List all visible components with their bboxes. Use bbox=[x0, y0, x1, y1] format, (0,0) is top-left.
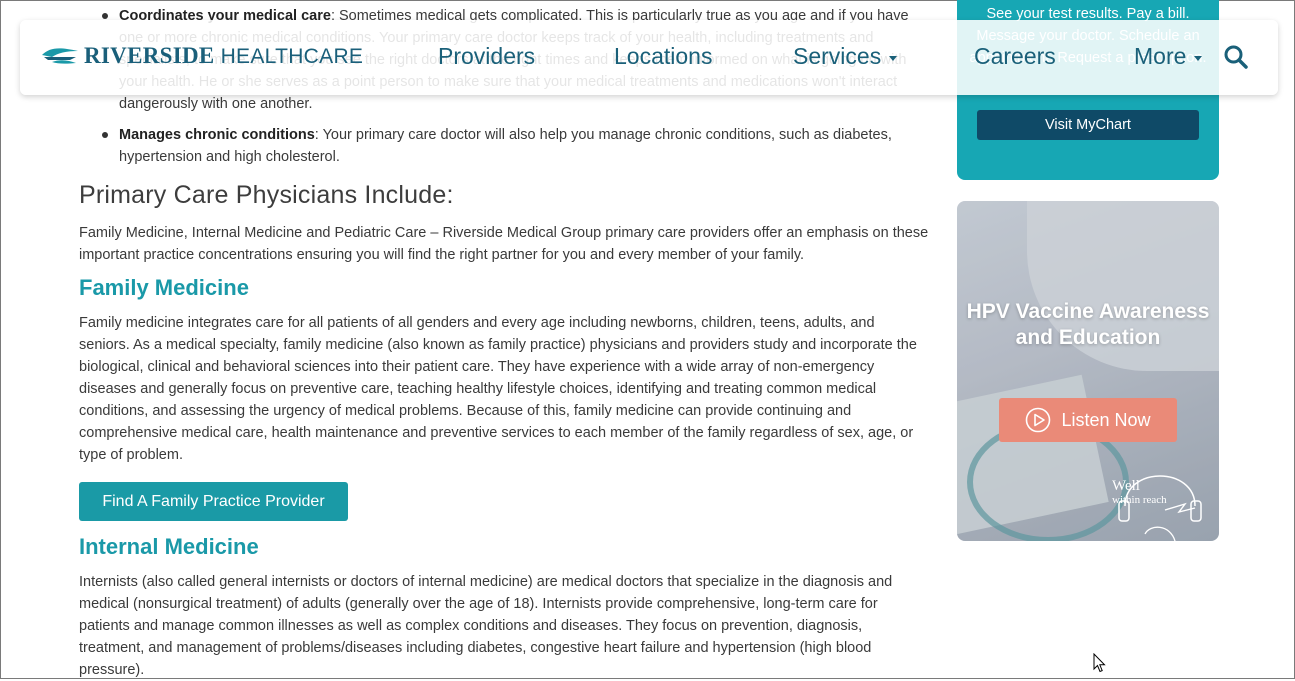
nav-more-label: More bbox=[1134, 43, 1187, 69]
nav-more[interactable]: More bbox=[1134, 43, 1203, 70]
mouse-pointer-icon bbox=[1093, 653, 1106, 673]
visit-mychart-button[interactable]: Visit MyChart bbox=[977, 110, 1199, 140]
search-icon[interactable] bbox=[1223, 44, 1249, 70]
nav-locations[interactable]: Locations bbox=[614, 43, 712, 70]
listen-now-button[interactable]: Listen Now bbox=[999, 398, 1177, 442]
nav-providers[interactable]: Providers bbox=[438, 43, 535, 70]
logo-line-2: within reach bbox=[1112, 494, 1167, 506]
internal-medicine-text: Internists (also called general internis… bbox=[79, 574, 893, 678]
family-medicine-heading: Family Medicine bbox=[79, 275, 249, 300]
internal-medicine-heading: Internal Medicine bbox=[79, 534, 259, 559]
caret-down-icon bbox=[889, 56, 898, 61]
family-medicine-text: Family medicine integrates care for all … bbox=[79, 315, 917, 463]
play-icon bbox=[1026, 407, 1051, 433]
site-header: RIVERSIDE HEALTHCARE Providers Locations… bbox=[20, 20, 1278, 95]
primary-care-intro: Family Medicine, Internal Medicine and P… bbox=[79, 225, 929, 263]
well-within-reach-logo: Well within reach bbox=[1112, 479, 1167, 507]
riverside-wave-icon bbox=[42, 48, 78, 64]
logo-wordmark-bold: RIVERSIDE bbox=[84, 43, 215, 68]
logo-line-1: Well bbox=[1112, 478, 1140, 494]
hpv-promo-banner[interactable]: HPV Vaccine Awareness and Education List… bbox=[957, 201, 1219, 541]
nav-services-label: Services bbox=[793, 43, 882, 69]
nav-services[interactable]: Services bbox=[793, 43, 898, 70]
caret-down-icon bbox=[1194, 56, 1203, 61]
logo-wordmark-light: HEALTHCARE bbox=[220, 45, 364, 68]
list-item: Manages chronic conditions: Your primary… bbox=[102, 124, 929, 168]
nav-careers[interactable]: Careers bbox=[974, 43, 1056, 70]
primary-care-heading: Primary Care Physicians Include: bbox=[79, 181, 454, 209]
promo-title: HPV Vaccine Awareness and Education bbox=[966, 300, 1210, 349]
bullet-title: Manages chronic conditions bbox=[119, 127, 315, 143]
listen-now-label: Listen Now bbox=[1061, 409, 1151, 430]
riverside-logo[interactable]: RIVERSIDE HEALTHCARE bbox=[40, 43, 363, 69]
find-family-practice-button[interactable]: Find A Family Practice Provider bbox=[79, 482, 348, 521]
